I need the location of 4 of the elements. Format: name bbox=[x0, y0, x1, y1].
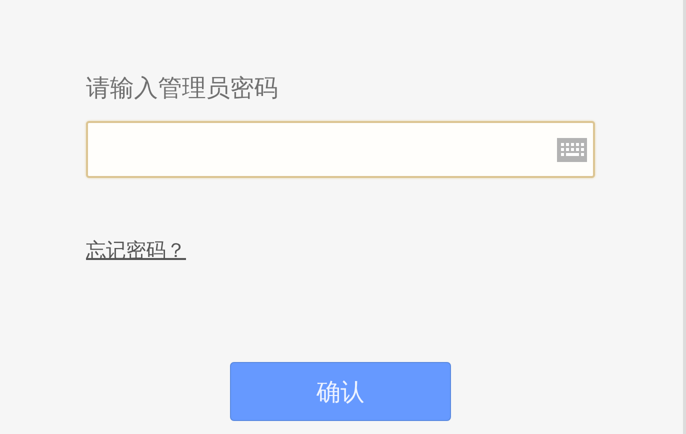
password-prompt: 请输入管理员密码 bbox=[86, 73, 278, 104]
password-field[interactable] bbox=[86, 121, 595, 178]
forgot-password-link[interactable]: 忘记密码？ bbox=[86, 237, 186, 264]
keyboard-icon[interactable] bbox=[557, 138, 587, 162]
